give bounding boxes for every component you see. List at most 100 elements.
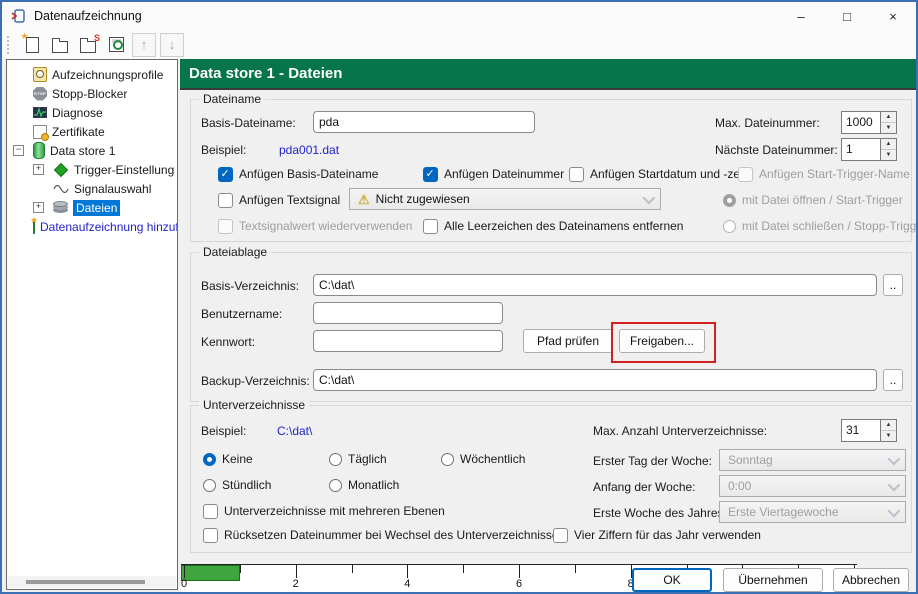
close-button[interactable]: × (870, 2, 916, 30)
tree-item-trigger-einstellung[interactable]: + Trigger-Einstellung (7, 160, 177, 179)
maximize-button[interactable]: □ (824, 2, 870, 30)
radio-icon (329, 453, 342, 466)
naechste-dateinummer-label: Nächste Dateinummer: (715, 143, 838, 157)
signal-icon (53, 184, 69, 194)
add-datastore-icon: ★ (33, 219, 35, 234)
chevron-down-icon (888, 478, 901, 491)
checkbox-leerzeichen-entfernen[interactable]: Alle Leerzeichen des Dateinamens entfern… (423, 218, 683, 234)
chevron-down-icon (643, 191, 656, 204)
collapse-expander[interactable]: − (13, 145, 24, 156)
group-unterverzeichnisse: Unterverzeichnisse Beispiel: C:\dat\ Max… (190, 405, 912, 553)
beispiel-value: pda001.dat (279, 143, 339, 157)
basis-browse-button[interactable]: .. (883, 274, 903, 296)
move-up-button[interactable]: ↑ (132, 33, 156, 57)
checkbox-disabled-icon (218, 219, 233, 234)
tree-item-diagnose[interactable]: Diagnose (7, 103, 177, 122)
checkbox-checked-icon (423, 167, 438, 182)
minimize-button[interactable]: – (778, 2, 824, 30)
group-dateiname: Dateiname Basis-Dateiname: Max. Dateinum… (190, 99, 912, 242)
checkbox-checked-icon (218, 167, 233, 182)
basis-dateiname-input[interactable] (313, 111, 535, 133)
toolbar: S ↑ ↓ (2, 30, 916, 59)
datastore-icon (33, 142, 45, 159)
title-bar[interactable]: Datenaufzeichnung – □ × (2, 2, 916, 30)
checkbox-anfuegen-startdatum[interactable]: Anfügen Startdatum und -zeit (569, 166, 746, 182)
uebernehmen-button[interactable]: Übernehmen (723, 568, 823, 592)
radio-mit-datei-oeffnen: mit Datei öffnen / Start-Trigger (723, 192, 903, 208)
backup-browse-button[interactable]: .. (883, 369, 903, 391)
naechste-dateinummer-spinner[interactable]: 1 ▲▼ (841, 138, 897, 161)
checkbox-anfuegen-basis-dateiname[interactable]: Anfügen Basis-Dateiname (218, 166, 378, 182)
radio-icon (203, 479, 216, 492)
freigaben-highlight-box (611, 322, 716, 363)
checkbox-vier-ziffern[interactable]: Vier Ziffern für das Jahr verwenden (553, 527, 761, 543)
max-dateinummer-spinner[interactable]: 1000 ▲▼ (841, 111, 897, 134)
diagnose-icon (33, 107, 47, 118)
radio-icon (329, 479, 342, 492)
pfad-pruefen-button[interactable]: Pfad prüfen (523, 329, 613, 353)
spin-down-icon[interactable]: ▼ (881, 123, 896, 133)
checkbox-anfuegen-dateinummer[interactable]: Anfügen Dateinummer (423, 166, 564, 182)
tree-item-stopp-blocker[interactable]: STOP Stopp-Blocker (7, 84, 177, 103)
radio-monatlich[interactable]: Monatlich (329, 477, 399, 493)
spin-up-icon[interactable]: ▲ (881, 112, 896, 123)
radio-keine[interactable]: Keine (203, 451, 253, 467)
benutzername-input[interactable] (313, 302, 503, 324)
erster-tag-label: Erster Tag der Woche: (593, 454, 712, 468)
open-button[interactable] (48, 33, 72, 57)
new-profile-button[interactable] (20, 33, 44, 57)
checkbox-textsignalwert: Textsignalwert wiederverwenden (218, 218, 412, 234)
backup-verzeichnis-label: Backup-Verzeichnis: (201, 374, 310, 388)
group-title: Dateiname (199, 92, 265, 106)
scrollbar-thumb[interactable] (26, 580, 145, 584)
expand-expander[interactable]: + (33, 164, 44, 175)
checkbox-mehrere-ebenen[interactable]: Unterverzeichnisse mit mehreren Ebenen (203, 503, 445, 519)
basis-verzeichnis-label: Basis-Verzeichnis: (201, 279, 299, 293)
backup-verzeichnis-input[interactable] (313, 369, 877, 391)
toolbar-grip[interactable] (7, 36, 12, 54)
checkbox-icon (218, 193, 233, 208)
open-recent-button[interactable]: S (76, 33, 100, 57)
page-title: Data store 1 - Dateien (180, 59, 916, 90)
ok-button[interactable]: OK (632, 568, 712, 592)
tree-item-data-store-1[interactable]: − Data store 1 (7, 141, 177, 160)
radio-selected-icon (203, 453, 216, 466)
warning-icon: ⚠ (358, 193, 370, 206)
radio-stuendlich[interactable]: Stündlich (203, 477, 271, 493)
tree-item-dateien[interactable]: + Dateien (7, 198, 177, 217)
radio-selected-icon (723, 194, 736, 207)
max-anzahl-spinner[interactable]: 31 ▲▼ (841, 419, 897, 442)
tree-horizontal-scrollbar[interactable] (8, 576, 176, 588)
tree-item-zertifikate[interactable]: Zertifikate (7, 122, 177, 141)
checkbox-anfuegen-textsignal[interactable]: Anfügen Textsignal (218, 192, 340, 208)
spin-down-icon[interactable]: ▼ (881, 150, 896, 160)
save-button[interactable] (104, 33, 128, 57)
max-dateinummer-label: Max. Dateinummer: (715, 116, 820, 130)
move-down-button[interactable]: ↓ (160, 33, 184, 57)
expand-expander[interactable]: + (33, 202, 44, 213)
tree-item-aufzeichnungsprofile[interactable]: Aufzeichnungsprofile (7, 65, 177, 84)
group-title: Dateiablage (199, 245, 271, 259)
kennwort-input[interactable] (313, 330, 503, 352)
abbrechen-button[interactable]: Abbrechen (833, 568, 909, 592)
certificates-icon (33, 125, 47, 139)
save-icon (109, 37, 124, 52)
tree-item-datenaufzeichnung-hinzufuegen[interactable]: ★ Datenaufzeichnung hinzufüg (7, 217, 177, 236)
checkbox-icon (553, 528, 568, 543)
spin-down-icon[interactable]: ▼ (881, 431, 896, 441)
anfang-woche-combo: 0:00 (719, 475, 906, 497)
checkbox-icon (423, 219, 438, 234)
profiles-icon (33, 67, 47, 82)
radio-woechentlich[interactable]: Wöchentlich (441, 451, 525, 467)
spin-up-icon[interactable]: ▲ (881, 139, 896, 150)
tree-item-signalauswahl[interactable]: Signalauswahl (7, 179, 177, 198)
radio-taeglich[interactable]: Täglich (329, 451, 387, 467)
beispiel-label: Beispiel: (201, 143, 246, 157)
trigger-icon (54, 162, 68, 176)
basis-verzeichnis-input[interactable] (313, 274, 877, 296)
spin-up-icon[interactable]: ▲ (881, 420, 896, 431)
radio-mit-datei-schliessen: mit Datei schließen / Stopp-Trigger (723, 218, 918, 234)
erste-woche-label: Erste Woche des Jahres: (593, 506, 727, 520)
open-folder-icon (52, 41, 68, 53)
checkbox-ruecksetzen-dateinummer[interactable]: Rücksetzen Dateinummer bei Wechsel des U… (203, 527, 565, 543)
